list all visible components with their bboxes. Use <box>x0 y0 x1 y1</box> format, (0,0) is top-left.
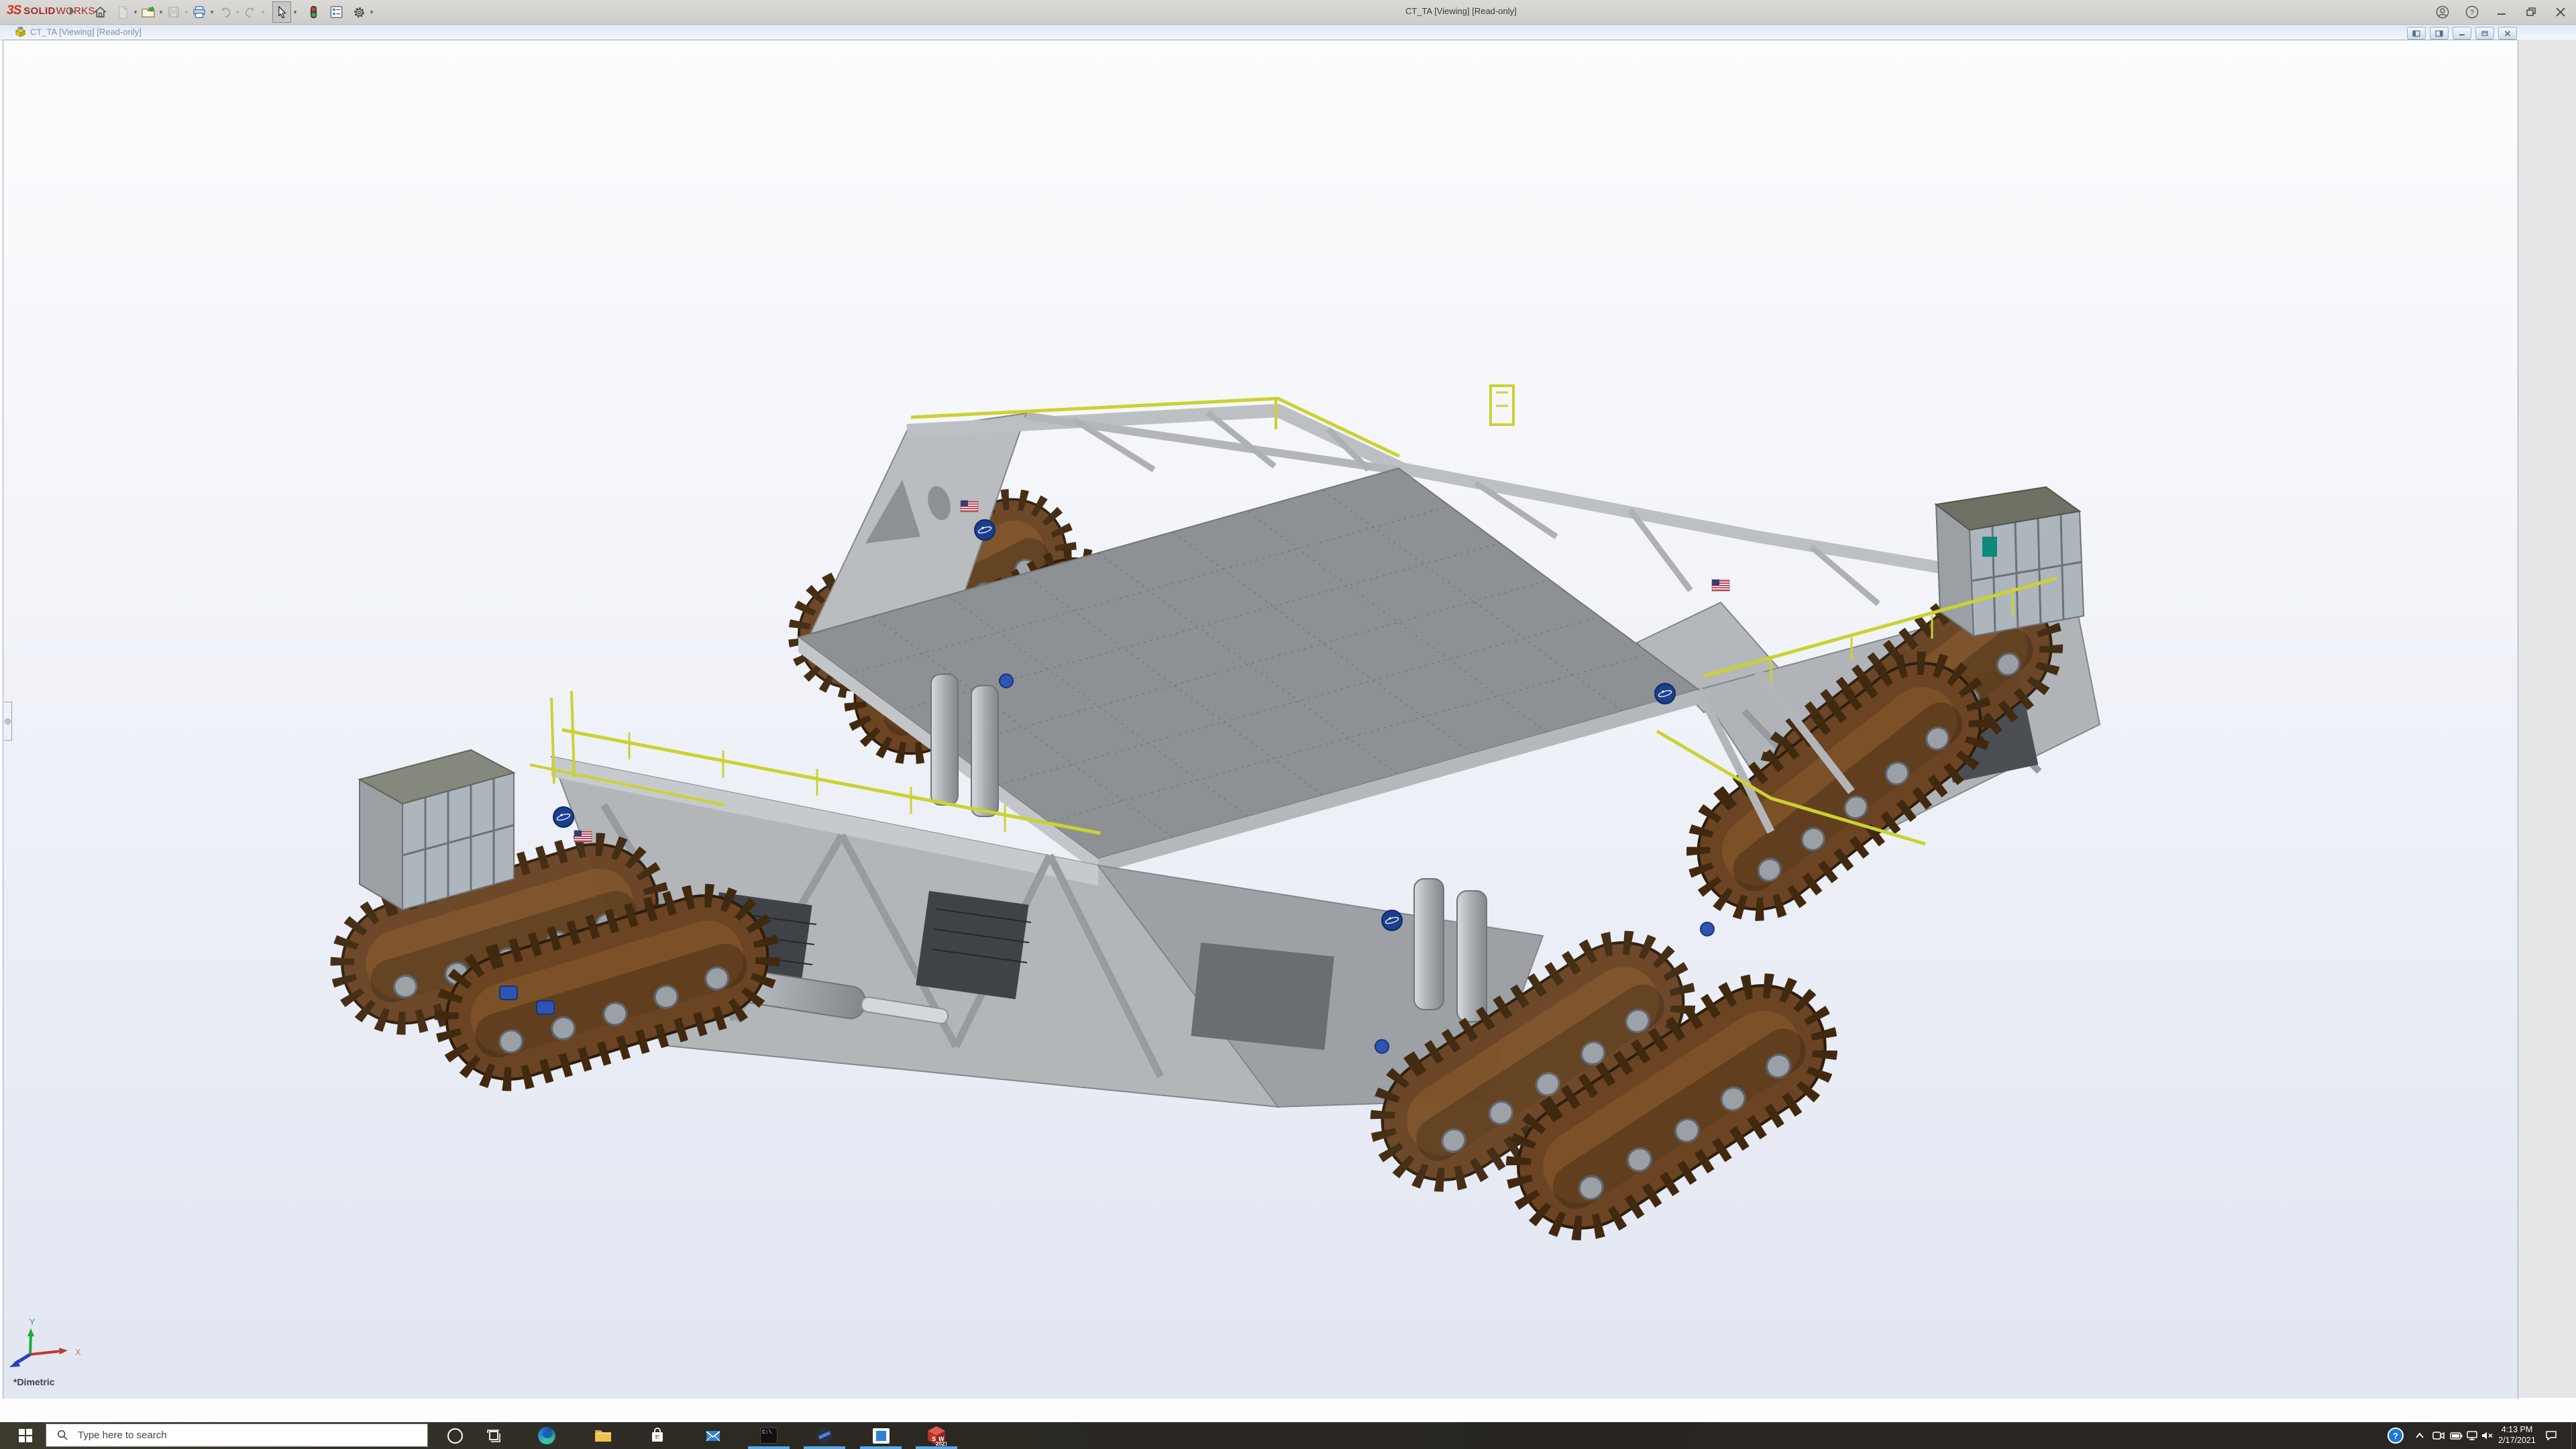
orientation-label: *Dimetric <box>13 1377 54 1387</box>
running-indicator <box>748 1446 790 1449</box>
help-tray-icon[interactable]: ? <box>2385 1422 2406 1449</box>
orientation-triad[interactable]: Y X <box>9 1317 81 1367</box>
running-indicator <box>860 1446 902 1449</box>
chevron-up-icon[interactable] <box>2411 1422 2428 1449</box>
triad-y-label: Y <box>30 1317 36 1327</box>
meet-now-icon[interactable] <box>2430 1422 2447 1449</box>
volume-muted-icon[interactable] <box>2478 1422 2497 1449</box>
solidworks-app-icon[interactable]: S W 2021 <box>920 1422 953 1449</box>
running-indicator <box>916 1446 957 1449</box>
crawler-transporter-model: Y X <box>0 0 2576 1449</box>
task-view-icon[interactable] <box>478 1422 510 1449</box>
left-cab <box>360 750 514 910</box>
photos-app-icon[interactable] <box>865 1422 897 1449</box>
search-input[interactable]: Type here to search <box>46 1424 428 1447</box>
cortana-icon[interactable] <box>439 1422 471 1449</box>
tray-time: 4:13 PM <box>2497 1424 2537 1435</box>
command-prompt-icon[interactable]: C:\ <box>753 1422 785 1449</box>
mail-icon[interactable] <box>697 1422 729 1449</box>
triad-x-label: X <box>75 1347 81 1357</box>
status-strip <box>0 1399 2576 1422</box>
search-placeholder: Type here to search <box>78 1430 167 1441</box>
panel-handle-dot <box>5 718 11 724</box>
search-icon <box>57 1430 68 1441</box>
svg-text:2021: 2021 <box>936 1441 947 1446</box>
hexagon-app-icon[interactable] <box>808 1422 841 1449</box>
clock[interactable]: 4:13 PM 2/17/2021 <box>2497 1424 2537 1446</box>
tray-date: 2/17/2021 <box>2497 1435 2537 1446</box>
right-cab <box>1936 487 2084 636</box>
action-center-icon[interactable] <box>2541 1422 2561 1449</box>
store-icon[interactable] <box>641 1422 674 1449</box>
running-indicator <box>804 1446 845 1449</box>
start-button[interactable] <box>19 1429 33 1443</box>
battery-icon[interactable] <box>2447 1422 2465 1449</box>
show-desktop-divider[interactable] <box>2571 1422 2572 1449</box>
file-explorer-icon[interactable] <box>587 1422 619 1449</box>
edge-icon[interactable] <box>531 1422 563 1449</box>
feature-panel-handle[interactable] <box>4 702 12 741</box>
